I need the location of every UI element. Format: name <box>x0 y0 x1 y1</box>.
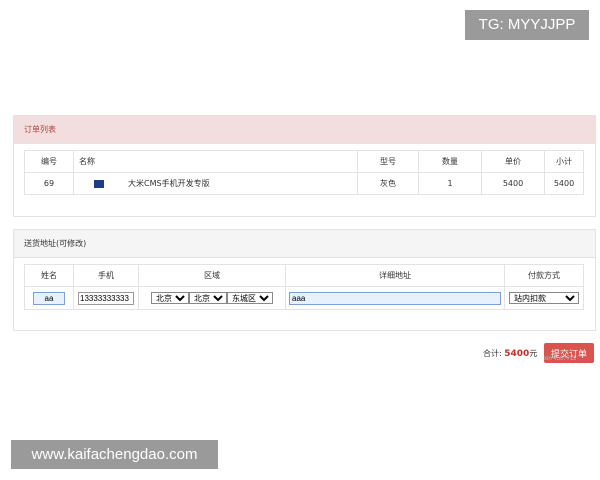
col-id: 编号 <box>24 150 74 173</box>
product-price: 5400 <box>481 172 545 195</box>
order-total: 合计: 5400元 <box>483 348 537 359</box>
col-qty: 数量 <box>418 150 482 173</box>
address-input-row: 北京北京市东城区 站内扣款 <box>24 286 584 310</box>
phone-input[interactable] <box>78 291 134 305</box>
col-receiver-name: 姓名 <box>24 264 74 287</box>
product-name[interactable]: 大米CMS手机开发专版 <box>128 179 210 188</box>
total-amount: 5400 <box>504 349 530 359</box>
col-detail-address: 详细地址 <box>285 264 505 287</box>
col-name: 名称 <box>73 150 358 173</box>
product-subtotal: 5400 <box>544 172 584 195</box>
table-row: 69 大米CMS手机开发专版 灰色 1 5400 5400 <box>24 172 584 195</box>
col-region: 区域 <box>138 264 286 287</box>
province-select[interactable]: 北京 <box>151 292 189 304</box>
total-label: 合计: <box>483 349 502 358</box>
phone-cell <box>73 286 139 310</box>
region-cell: 北京 北京市 东城区 <box>138 286 286 310</box>
product-cell[interactable]: 大米CMS手机开发专版 <box>73 172 358 195</box>
shipping-address-title: 送货地址(可修改) <box>14 230 595 258</box>
receiver-name-input[interactable] <box>33 291 65 305</box>
watermark-small: xin 4567711 <box>544 356 577 362</box>
col-model: 型号 <box>357 150 419 173</box>
col-phone: 手机 <box>73 264 139 287</box>
detail-address-cell <box>285 286 505 310</box>
district-select[interactable]: 东城区 <box>227 292 273 304</box>
watermark-bottom: www.kaifachengdao.com <box>11 440 218 469</box>
order-table: 编号 名称 型号 数量 单价 小计 69 大米CMS手机开发专版 灰色 1 54… <box>24 150 584 195</box>
product-qty: 1 <box>418 172 482 195</box>
payment-cell: 站内扣款 <box>504 286 584 310</box>
detail-address-input[interactable] <box>289 291 501 305</box>
city-select[interactable]: 北京市 <box>189 292 227 304</box>
payment-method-select[interactable]: 站内扣款 <box>509 292 579 304</box>
col-subtotal: 小计 <box>544 150 584 173</box>
watermark-top: TG: MYYJJPP <box>465 10 589 40</box>
order-id: 69 <box>24 172 74 195</box>
order-list-title: 订单列表 <box>14 116 595 144</box>
receiver-name-cell <box>24 286 74 310</box>
product-model: 灰色 <box>357 172 419 195</box>
total-currency: 元 <box>529 349 538 358</box>
product-thumbnail-icon[interactable] <box>94 179 104 188</box>
order-list-panel: 订单列表 编号 名称 型号 数量 单价 小计 69 大米CMS手机开发专版 灰色… <box>13 115 596 217</box>
col-payment: 付款方式 <box>504 264 584 287</box>
address-table-header: 姓名 手机 区域 详细地址 付款方式 <box>24 264 584 287</box>
col-price: 单价 <box>481 150 545 173</box>
address-table: 姓名 手机 区域 详细地址 付款方式 北京北京市东城区 站内扣款 <box>24 264 584 310</box>
order-table-header: 编号 名称 型号 数量 单价 小计 <box>24 150 584 173</box>
shipping-address-panel: 送货地址(可修改) 姓名 手机 区域 详细地址 付款方式 北京北京市东城区 站内… <box>13 229 596 331</box>
